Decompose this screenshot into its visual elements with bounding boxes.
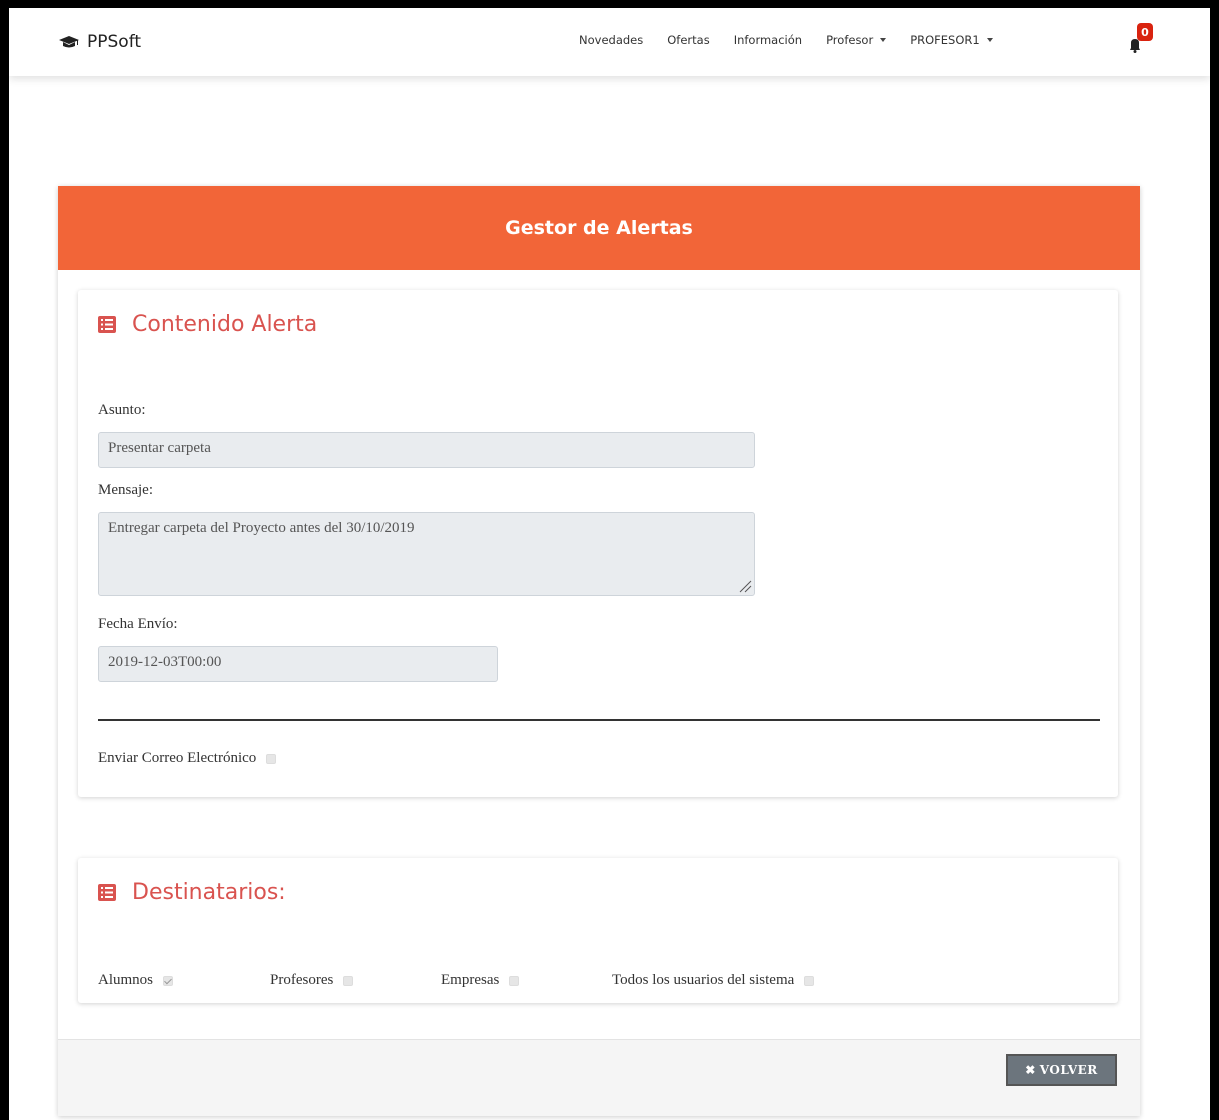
list-alt-icon: [98, 316, 116, 333]
empresas-checkbox[interactable]: [509, 975, 520, 986]
graduation-cap-icon: [59, 36, 79, 48]
fecha-input[interactable]: 2019-12-03T00:00: [98, 646, 498, 682]
nav-label: Novedades: [579, 33, 644, 47]
notification-badge: 0: [1137, 23, 1153, 41]
recipient-label: Todos los usuarios del sistema: [612, 972, 795, 988]
volver-button[interactable]: ✖ VOLVER: [1006, 1054, 1117, 1086]
window-frame-right: [1210, 0, 1219, 1120]
mensaje-textarea[interactable]: Entregar carpeta del Proyecto antes del …: [98, 512, 755, 596]
nav-dropdown-profesor[interactable]: Profesor: [826, 33, 887, 47]
card-title: Gestor de Alertas: [505, 217, 693, 239]
resize-handle-icon[interactable]: [738, 579, 752, 593]
brand-name: PPSoft: [87, 32, 142, 52]
nav-label: Profesor: [826, 33, 874, 47]
brand-logo[interactable]: PPSoft: [59, 32, 141, 52]
nav-dropdown-user[interactable]: PROFESOR1: [910, 33, 993, 47]
volver-label: VOLVER: [1039, 1063, 1098, 1077]
asunto-label: Asunto:: [98, 402, 146, 418]
recipient-option-alumnos[interactable]: Alumnos: [98, 972, 174, 989]
recipient-label: Alumnos: [98, 972, 154, 988]
card-header: Gestor de Alertas: [58, 186, 1140, 270]
list-alt-icon: [98, 884, 116, 901]
asunto-input[interactable]: Presentar carpeta: [98, 432, 755, 468]
fecha-label: Fecha Envío:: [98, 616, 178, 632]
section-title-text: Destinatarios:: [132, 880, 286, 905]
nav-menu: Novedades Ofertas Información Profesor P…: [579, 33, 1017, 47]
recipients-panel: Destinatarios:: [78, 858, 1118, 1003]
content-panel: Contenido Alerta Asunto: Presentar carpe…: [78, 290, 1118, 797]
nav-label: PROFESOR1: [910, 33, 980, 47]
email-checkbox-row[interactable]: Enviar Correo Electrónico: [98, 750, 277, 767]
section-divider: [98, 719, 1100, 721]
section-title-text: Contenido Alerta: [132, 312, 318, 337]
recipient-option-empresas[interactable]: Empresas: [441, 972, 520, 989]
recipient-option-profesores[interactable]: Profesores: [270, 972, 354, 989]
caret-down-icon: [986, 38, 993, 42]
window-frame-left: [0, 0, 9, 1120]
mensaje-label: Mensaje:: [98, 482, 153, 498]
nav-label: Información: [733, 33, 803, 47]
mensaje-text: Entregar carpeta del Proyecto antes del …: [108, 520, 415, 536]
nav-item-informacion[interactable]: Información: [734, 33, 802, 47]
caret-down-icon: [880, 38, 887, 42]
email-checkbox[interactable]: [266, 753, 277, 764]
content-section-title: Contenido Alerta: [98, 312, 317, 337]
nav-label: Ofertas: [667, 33, 710, 47]
recipients-section-title: Destinatarios:: [98, 880, 286, 905]
email-label: Enviar Correo Electrónico: [98, 750, 257, 766]
todos-checkbox[interactable]: [804, 975, 815, 986]
nav-item-novedades[interactable]: Novedades: [579, 33, 643, 47]
window-frame-top: [0, 0, 1219, 8]
recipient-label: Empresas: [441, 972, 500, 988]
close-icon: ✖: [1025, 1063, 1036, 1077]
card-footer: ✖ VOLVER: [58, 1039, 1140, 1116]
profesores-checkbox[interactable]: [343, 975, 354, 986]
top-navbar: PPSoft Novedades Ofertas Información Pro…: [9, 8, 1210, 76]
alumnos-checkbox[interactable]: [163, 975, 174, 986]
nav-item-ofertas[interactable]: Ofertas: [667, 33, 709, 47]
recipient-label: Profesores: [270, 972, 334, 988]
alert-manager-card: Gestor de Alertas Contenido Alerta Asunt…: [58, 186, 1140, 1116]
recipient-option-todos[interactable]: Todos los usuarios del sistema: [612, 972, 815, 989]
